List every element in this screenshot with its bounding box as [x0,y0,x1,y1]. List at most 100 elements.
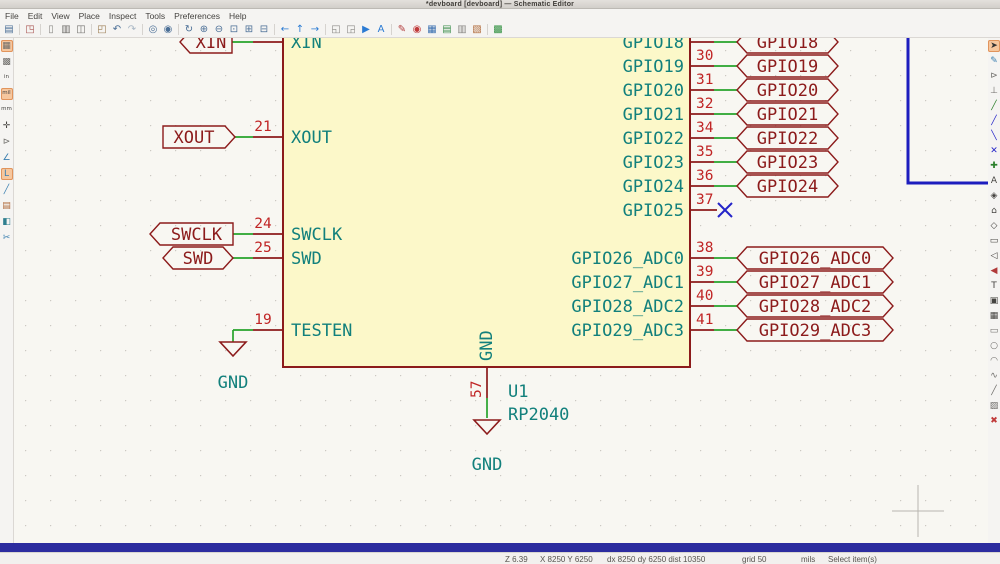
schematic-setup-button[interactable]: ◳ [23,23,37,37]
grid-overrides-button[interactable]: ▩ [1,56,13,68]
new-schematic-button[interactable]: ▯ [44,23,58,37]
pin-name[interactable]: GND [477,330,497,361]
pin-name[interactable]: SWD [291,249,322,269]
pin-number[interactable]: 35 [696,144,713,160]
units-inches-button[interactable]: in [1,72,13,84]
find-replace-button[interactable]: ◉ [161,23,175,37]
net-label-button[interactable]: A [988,175,1000,187]
gnd-label-text[interactable]: GND [218,373,249,393]
pin-name[interactable]: GPIO26_ADC0 [571,249,684,269]
pin-number[interactable]: 38 [696,240,713,256]
pin-name[interactable]: GPIO29_ADC3 [571,321,684,341]
edit-symbol-fields-button[interactable]: ▤ [440,23,454,37]
global-label-text[interactable]: GPIO19 [757,57,818,77]
pin-name[interactable]: GPIO19 [623,57,684,77]
place-symbol-button[interactable]: ⊳ [988,70,1000,82]
pin-number[interactable]: 31 [696,72,713,88]
global-label-text[interactable]: GPIO27_ADC1 [759,273,872,293]
pin-name[interactable]: GPIO23 [623,153,684,173]
annotation-scope-button[interactable]: ▤ [1,200,13,212]
leave-sheet-button[interactable]: ◱ [329,23,343,37]
pin-number[interactable]: 34 [696,120,714,136]
zoom-selection-button[interactable]: ⊟ [257,23,271,37]
pin-name[interactable]: GPIO21 [623,105,684,125]
gnd-label-text[interactable]: GND [472,455,503,475]
select-tool-button[interactable]: ➤ [988,40,1000,52]
global-label-text[interactable]: XIN [196,38,227,53]
bezier-button[interactable]: ∿ [988,370,1000,382]
pin-number[interactable]: 57 [469,381,485,398]
nav-back-button[interactable]: ← [278,23,292,37]
delete-tool-button[interactable]: ✖ [988,415,1000,427]
pin-number[interactable]: 25 [254,240,271,256]
menu-tools[interactable]: Tools [145,11,165,21]
pin-number[interactable]: 41 [696,312,713,328]
edit-text-tool-button[interactable]: A [374,23,388,37]
pin-name[interactable]: GPIO18 [623,38,684,53]
cursor-shape-button[interactable]: ✛ [1,120,13,132]
hierarchy-navigator-button[interactable]: ◲ [344,23,358,37]
find-button[interactable]: ◎ [146,23,160,37]
zoom-fit-button[interactable]: ⊡ [227,23,241,37]
zoom-in-button[interactable]: ⊕ [197,23,211,37]
refresh-button[interactable]: ↻ [182,23,196,37]
global-label-text[interactable]: SWD [183,249,214,269]
global-label-text[interactable]: XOUT [174,128,215,148]
zoom-out-button[interactable]: ⊖ [212,23,226,37]
textbox-button[interactable]: ▣ [988,295,1000,307]
text-button[interactable]: T [988,280,1000,292]
pin-name[interactable]: GPIO22 [623,129,684,149]
place-power-port-button[interactable]: ⊥ [988,85,1000,97]
menu-preferences[interactable]: Preferences [174,11,220,21]
component-value[interactable]: RP2040 [508,405,569,425]
pin-number[interactable]: 20 [254,38,271,40]
sheet-pin-button[interactable]: ◁ [988,250,1000,262]
pin-name[interactable]: GPIO27_ADC1 [571,273,684,293]
bom-button[interactable]: ▥ [455,23,469,37]
global-label-button[interactable]: ⌂ [988,205,1000,217]
menu-inspect[interactable]: Inspect [109,11,136,21]
grid-visibility-button[interactable]: ▦ [1,40,13,52]
global-label-text[interactable]: GPIO21 [757,105,818,125]
pin-number[interactable]: 40 [696,288,713,304]
horizontal-scrollbar[interactable] [0,543,1000,552]
pin-number[interactable]: 32 [696,96,713,112]
undo-button[interactable]: ↶ [110,23,124,37]
open-pcb-editor-button[interactable]: ▩ [491,23,505,37]
pin-name[interactable]: GPIO28_ADC2 [571,297,684,317]
free-angle-mode-button[interactable]: ∠ [1,152,13,164]
menu-help[interactable]: Help [229,11,246,21]
erc-button[interactable]: ◉ [410,23,424,37]
global-label-text[interactable]: GPIO20 [757,81,818,101]
menu-view[interactable]: View [51,11,69,21]
net-navigator-button[interactable]: ✂ [1,232,13,244]
global-label-text[interactable]: GPIO26_ADC0 [759,249,872,269]
bus-entry-button[interactable]: ╲ [988,130,1000,142]
units-mm-button[interactable]: mm [1,104,13,116]
pin-number[interactable]: 30 [696,48,713,64]
rectangle-button[interactable]: ▭ [988,325,1000,337]
global-label-text[interactable]: GPIO24 [757,177,818,197]
pin-name[interactable]: XIN [291,38,322,53]
menu-place[interactable]: Place [79,11,100,21]
pin-name[interactable]: GPIO25 [623,201,684,221]
hierarchical-label-button[interactable]: ◇ [988,220,1000,232]
assign-footprints-button[interactable]: ▦ [425,23,439,37]
sym-library-button[interactable]: ▧ [470,23,484,37]
pin-number[interactable]: 19 [254,312,271,328]
global-label-text[interactable]: SWCLK [171,225,223,245]
annotate-button[interactable]: ✎ [395,23,409,37]
global-label-text[interactable]: GPIO23 [757,153,818,173]
plot-button[interactable]: ◫ [74,23,88,37]
highlight-net-tool-button[interactable]: ✎ [988,55,1000,67]
draw-bus-button[interactable]: ╱ [988,115,1000,127]
pin-name[interactable]: GPIO24 [623,177,684,197]
pin-number[interactable]: 24 [254,216,272,232]
pin-name[interactable]: GPIO20 [623,81,684,101]
image-button[interactable]: ▨ [988,400,1000,412]
pin-number[interactable]: 29 [696,38,713,40]
pin-name[interactable]: TESTEN [291,321,352,341]
global-label-text[interactable]: GPIO22 [757,129,818,149]
import-sheet-pin-button[interactable]: ◀ [988,265,1000,277]
schematic-canvas[interactable]: XIN20XINXOUT21XOUTSWCLK24SWCLKSWD25SWDGN… [14,38,988,543]
